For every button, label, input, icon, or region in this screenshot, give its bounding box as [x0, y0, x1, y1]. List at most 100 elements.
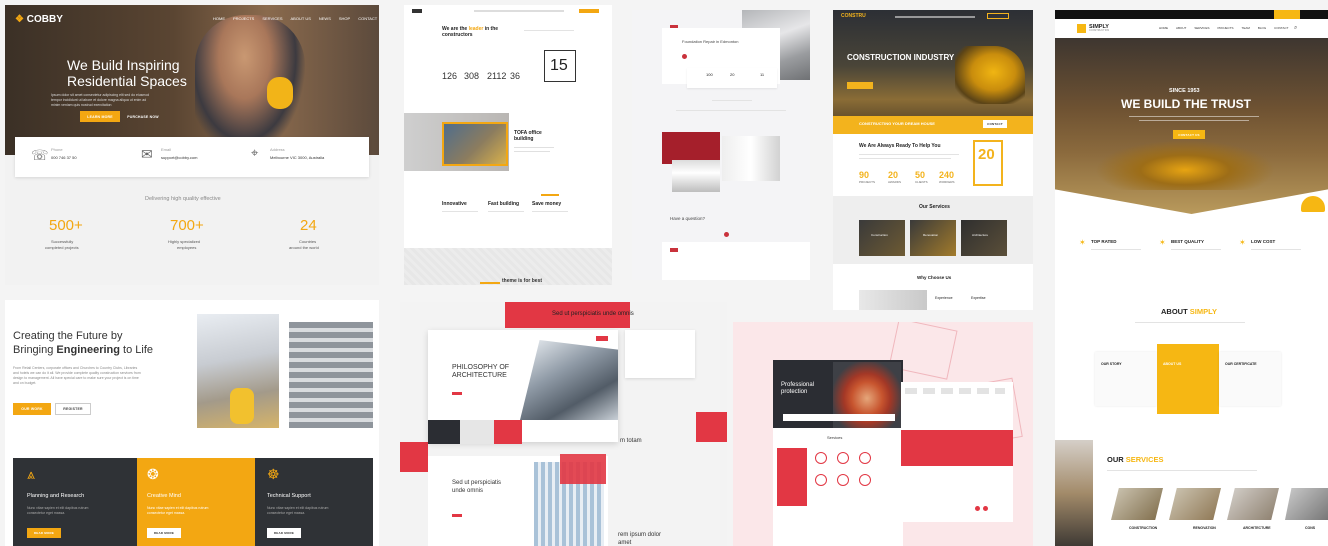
construction-industry-template-preview[interactable]: CONSTRU CONSTRUCTION INDUSTRY CONSTRUCTI… [833, 10, 1033, 310]
topbar-accent[interactable] [1274, 10, 1300, 19]
learn-more-button[interactable]: LEARN MORE [80, 111, 120, 122]
nav-item[interactable]: CONTACT [1274, 26, 1288, 30]
header-button[interactable] [987, 13, 1009, 19]
hero-paragraph: and hotels we can do it all. We provide … [13, 371, 141, 375]
service-card[interactable] [859, 220, 905, 256]
creating-future-template-preview[interactable]: Creating the Future by Bringing Engineer… [5, 300, 379, 546]
template-gallery: ❖ COBBY HOME PROJECTS SERVICES ABOUT US NEWS… [0, 0, 1328, 546]
card-text: Nunc vitae sapien et elit dapibus rutrum [27, 506, 89, 510]
question-title: Have a question? [670, 216, 706, 221]
read-more-button[interactable]: READ MORE [27, 528, 61, 538]
red-nav-button[interactable] [596, 336, 608, 341]
service-circle[interactable] [859, 474, 871, 486]
read-more-button[interactable]: READ MORE [267, 528, 301, 538]
service-card[interactable] [961, 220, 1007, 256]
stat-label: WORKERS [939, 180, 955, 184]
cobby-logo[interactable]: ❖ COBBY [15, 14, 63, 26]
service-photo[interactable] [1169, 488, 1221, 520]
tagline: Delivering high quality effective [145, 196, 221, 202]
red-dot[interactable] [724, 232, 729, 237]
nav-item[interactable]: BLOG [1258, 26, 1266, 30]
nav-item[interactable]: ABOUT [1176, 26, 1186, 30]
red-dot[interactable] [975, 506, 980, 511]
nav-item[interactable]: ABOUT US [291, 16, 311, 21]
constructors-template-preview[interactable]: We are the leader in the constructors 12… [404, 5, 612, 285]
hero-red-button[interactable] [452, 392, 462, 395]
logo-mark [412, 9, 422, 13]
card-title: Creative Mind [147, 493, 181, 499]
search-bar[interactable] [783, 414, 895, 421]
foundation-template-preview[interactable]: Foundation Repair in Edmonton 100 20 11 … [632, 10, 810, 280]
hero-headline-1: We Build Inspiring [67, 57, 180, 73]
nav-item[interactable]: SERVICES [1194, 26, 1209, 30]
about-col-title: OUR STORY [1101, 362, 1122, 366]
cobby-template-preview[interactable]: ❖ COBBY HOME PROJECTS SERVICES ABOUT US NEWS… [5, 5, 379, 285]
our-work-button[interactable]: OUR WORK [13, 403, 51, 415]
red-dot[interactable] [983, 506, 988, 511]
register-button[interactable]: REGISTER [55, 403, 91, 415]
footer [662, 242, 810, 280]
nav-item[interactable]: HOME [213, 16, 225, 21]
contact-button[interactable]: CONTACT [983, 120, 1007, 128]
contact-us-button[interactable]: CONTACT US [1173, 130, 1205, 139]
stat-number: 90 [859, 170, 870, 180]
service-photo[interactable] [1285, 488, 1328, 520]
bar-text: CONSTRUCTING YOUR DREAM HOUSE [859, 121, 935, 126]
nav-item[interactable]: SHOP [339, 16, 350, 21]
why-title: Why Choose Us [917, 275, 952, 280]
service-circle[interactable] [815, 474, 827, 486]
service-circle[interactable] [837, 474, 849, 486]
feature-title: BEST QUALITY [1171, 239, 1205, 244]
service-circle[interactable] [815, 452, 827, 464]
service-card[interactable] [910, 220, 956, 256]
service-name: ARCHITECTURE [1243, 526, 1271, 530]
hero-button[interactable] [847, 82, 873, 89]
side-text: m totam [620, 438, 642, 444]
apartment-photo [289, 322, 373, 428]
hardhat-shape [1301, 196, 1325, 212]
hero-subtext: tempor incididunt ut labore et dolore ma… [51, 98, 147, 102]
purchase-now-button[interactable]: PURCHASE NOW [123, 111, 163, 122]
service-name: CONS [1305, 526, 1316, 530]
service-circle[interactable] [859, 452, 871, 464]
red-dot[interactable] [682, 54, 687, 59]
simply-template-preview[interactable]: SIMPLY CONSTRUCTION HOME ABOUT SERVICES PRO… [1055, 10, 1328, 546]
section-title: We Are Always Ready To Help You [859, 143, 941, 149]
service-name: Renovation [923, 233, 939, 237]
services-title: OUR SERVICES [1107, 455, 1164, 464]
service-photo[interactable] [1111, 488, 1163, 520]
card-title: Sed ut perspiciatis [452, 480, 502, 486]
counter: 20 [730, 72, 735, 77]
nav-item[interactable]: CONTACT [358, 16, 377, 21]
location-icon: ⌖ [251, 145, 259, 160]
professional-template-preview[interactable]: Professional protection Services [733, 322, 1033, 546]
service-circle[interactable] [837, 452, 849, 464]
feature-title: Innovative [442, 201, 467, 207]
hero-headline: WE BUILD THE TRUST [1121, 97, 1251, 111]
philosophy-template-preview[interactable]: Sed ut perspiciatis unde omnis PHILOSOPH… [400, 302, 727, 546]
nav-item[interactable]: PROJECTS [1217, 26, 1233, 30]
stat-label: CLIENTS [915, 180, 928, 184]
counter: 36 [510, 71, 521, 81]
read-more-button[interactable]: READ MORE [147, 528, 181, 538]
footer-text: amet [618, 540, 632, 546]
card-red-button[interactable] [452, 514, 462, 517]
lightbulb-icon: ❂ [147, 466, 159, 482]
nav-item[interactable]: PROJECTS [233, 16, 254, 21]
phone-icon: ☏ [31, 147, 49, 163]
logo-badge [1077, 24, 1086, 33]
nav-item[interactable]: TEAM [1241, 26, 1249, 30]
top-nav-line [474, 10, 564, 12]
nav-item[interactable]: HOME [1159, 26, 1168, 30]
nav-item[interactable]: SERVICES [262, 16, 282, 21]
light-panel [460, 420, 494, 444]
counter: 2112 [487, 71, 507, 81]
service-photo[interactable] [1227, 488, 1279, 520]
accent-line [480, 282, 500, 284]
hero-title: CONSTRUCTION INDUSTRY [847, 53, 955, 62]
card-text: consectetur eget massa. [27, 511, 66, 515]
service-name: Construction [871, 233, 888, 237]
cons-logo[interactable]: CONSTRU [841, 13, 866, 20]
nav-item[interactable]: NEWS [319, 16, 331, 21]
search-icon[interactable]: ⌕ [1294, 25, 1297, 32]
